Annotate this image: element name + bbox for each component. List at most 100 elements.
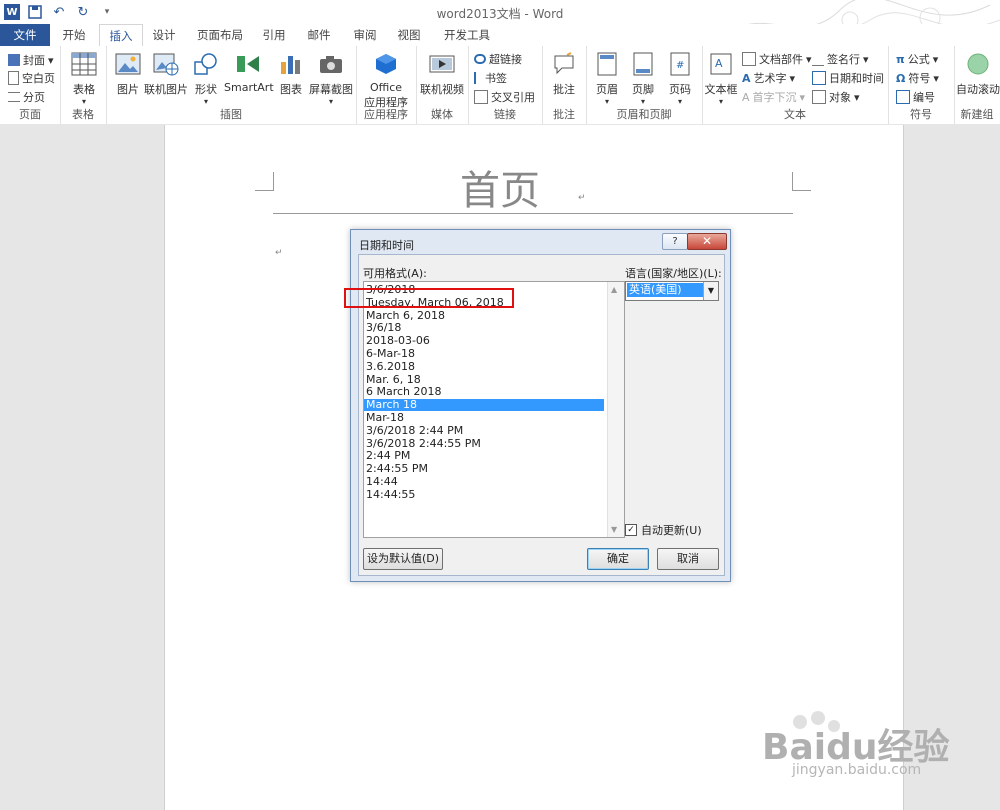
object-icon: [812, 90, 826, 104]
drop-cap-button[interactable]: A 首字下沉 ▾: [742, 89, 805, 105]
format-list-item[interactable]: 3.6.2018: [364, 360, 604, 373]
tab-design[interactable]: 设计: [144, 24, 184, 46]
group-links: 超链接 书签 交叉引用 链接: [468, 46, 543, 124]
tab-home[interactable]: 开始: [52, 24, 96, 46]
header-divider: [273, 213, 793, 214]
chevron-down-icon[interactable]: ▼: [703, 282, 718, 300]
pi-icon: π: [896, 52, 905, 66]
scroll-up-icon[interactable]: ▲: [611, 285, 617, 294]
new-comment-button[interactable]: 批注: [548, 52, 580, 97]
group-label-media: 媒体: [431, 108, 453, 121]
watermark-url: jingyan.baidu.com: [792, 762, 922, 778]
cover-page-button[interactable]: 封面 ▾: [8, 52, 54, 68]
blank-page-button[interactable]: 空白页: [8, 70, 55, 86]
table-button[interactable]: 表格 ▾: [68, 52, 100, 106]
format-list-item[interactable]: 14:44:55: [364, 488, 604, 501]
close-button[interactable]: ✕: [687, 233, 727, 250]
format-list-item[interactable]: Mar. 6, 18: [364, 373, 604, 386]
wordart-button[interactable]: A 艺术字 ▾: [742, 70, 795, 86]
object-button[interactable]: 对象 ▾: [812, 89, 860, 105]
format-list-item[interactable]: 3/6/2018 2:44 PM: [364, 424, 604, 437]
format-list-item[interactable]: March 18: [364, 399, 604, 412]
formats-scrollbar[interactable]: ▲ ▼: [607, 282, 624, 537]
chart-button[interactable]: 图表: [276, 52, 306, 97]
formats-listbox[interactable]: 3/6/2018 Tuesday, March 06, 2018 March 6, …: [363, 281, 625, 538]
format-list-item[interactable]: 2:44 PM: [364, 450, 604, 462]
date-time-button[interactable]: 日期和时间: [812, 70, 884, 86]
format-list-item[interactable]: 3/6/18: [364, 322, 604, 334]
textbox-button[interactable]: A 文本框 ▾: [704, 52, 738, 106]
omega-icon: Ω: [896, 71, 906, 85]
hyperlink-button[interactable]: 超链接: [474, 51, 522, 67]
page-number-icon: #: [670, 52, 690, 76]
footer-button[interactable]: 页脚 ▾: [626, 52, 660, 106]
tab-references[interactable]: 引用: [256, 24, 292, 46]
tab-developer[interactable]: 开发工具: [436, 24, 498, 46]
language-select[interactable]: 英语(美国) ▼: [625, 281, 719, 301]
blank-page-icon: [8, 71, 19, 85]
format-list-item[interactable]: 2:44:55 PM: [364, 463, 604, 475]
cover-page-icon: [8, 54, 20, 66]
group-label-comments: 批注: [553, 108, 575, 121]
screenshot-button[interactable]: 屏幕截图 ▾: [308, 52, 354, 106]
numbering-button[interactable]: 编号: [896, 89, 935, 105]
group-label-header-footer: 页眉和页脚: [616, 108, 672, 121]
format-list-item[interactable]: 6 March 2018: [364, 386, 604, 398]
cancel-button[interactable]: 取消: [657, 548, 719, 570]
page-number-button[interactable]: # 页码 ▾: [662, 52, 698, 106]
group-symbols: π 公式 ▾ Ω 符号 ▾ 编号 符号: [888, 46, 955, 124]
picture-button[interactable]: 图片: [112, 52, 144, 97]
shapes-icon: [194, 53, 217, 75]
svg-text:A: A: [715, 57, 723, 70]
online-video-button[interactable]: 联机视频: [418, 52, 466, 97]
calendar-icon: [812, 71, 826, 85]
format-list-item[interactable]: 2018-03-06: [364, 335, 604, 347]
tab-insert[interactable]: 插入: [99, 24, 143, 48]
signature-line-button[interactable]: 签名行 ▾: [812, 51, 869, 67]
header-icon: [597, 52, 617, 76]
header-text[interactable]: 首页: [0, 158, 1000, 216]
tab-review[interactable]: 审阅: [346, 24, 384, 46]
ok-button[interactable]: 确定: [587, 548, 649, 570]
signature-icon: [812, 53, 824, 66]
format-list-item[interactable]: 6-Mar-18: [364, 348, 604, 360]
format-list-item[interactable]: Mar-18: [364, 412, 604, 424]
checkbox-check-icon[interactable]: ✓: [625, 524, 637, 536]
group-new: 自动滚动 新建组: [954, 46, 1000, 124]
bookmark-button[interactable]: 书签: [474, 70, 507, 86]
online-picture-button[interactable]: 联机图片: [144, 52, 188, 97]
auto-update-checkbox[interactable]: ✓ 自动更新(U): [625, 522, 702, 538]
group-header-footer: 页眉 ▾ 页脚 ▾ # 页码 ▾ 页眉和页脚: [586, 46, 703, 124]
cross-reference-button[interactable]: 交叉引用: [474, 89, 535, 105]
chart-icon: [281, 56, 300, 74]
office-apps-button[interactable]: Office 应用程序: [360, 52, 412, 110]
symbol-button[interactable]: Ω 符号 ▾: [896, 70, 939, 86]
smartart-icon: [237, 56, 259, 72]
group-comments: 批注 批注: [542, 46, 587, 124]
highlight-annotation: [344, 288, 514, 308]
page-break-button[interactable]: 分页: [8, 89, 45, 105]
tab-view[interactable]: 视图: [390, 24, 428, 46]
comment-icon: [554, 52, 574, 75]
auto-scroll-icon: [967, 53, 989, 75]
tab-file[interactable]: 文件: [0, 24, 50, 46]
smartart-button[interactable]: SmartArt: [224, 52, 274, 94]
scroll-down-icon[interactable]: ▼: [611, 525, 617, 534]
auto-scroll-button[interactable]: 自动滚动: [956, 52, 1000, 97]
set-default-button[interactable]: 设为默认值(D): [363, 548, 443, 570]
language-label: 语言(国家/地区)(L):: [625, 267, 722, 280]
quick-parts-button[interactable]: 文档部件 ▾: [742, 51, 812, 67]
group-label-links: 链接: [494, 108, 516, 121]
paragraph-mark: ↵: [578, 193, 586, 203]
help-button[interactable]: ?: [662, 233, 688, 250]
equation-button[interactable]: π 公式 ▾: [896, 51, 938, 67]
format-list-item[interactable]: March 6, 2018: [364, 309, 604, 322]
group-label-text: 文本: [784, 108, 806, 121]
tab-page-layout[interactable]: 页面布局: [190, 24, 250, 46]
format-list-item[interactable]: 3/6/2018 2:44:55 PM: [364, 437, 604, 450]
format-list-item[interactable]: 14:44: [364, 476, 604, 488]
header-button[interactable]: 页眉 ▾: [590, 52, 624, 106]
group-label-pages: 页面: [19, 108, 41, 121]
tab-mailings[interactable]: 邮件: [300, 24, 338, 46]
shapes-button[interactable]: 形状 ▾: [190, 52, 222, 106]
